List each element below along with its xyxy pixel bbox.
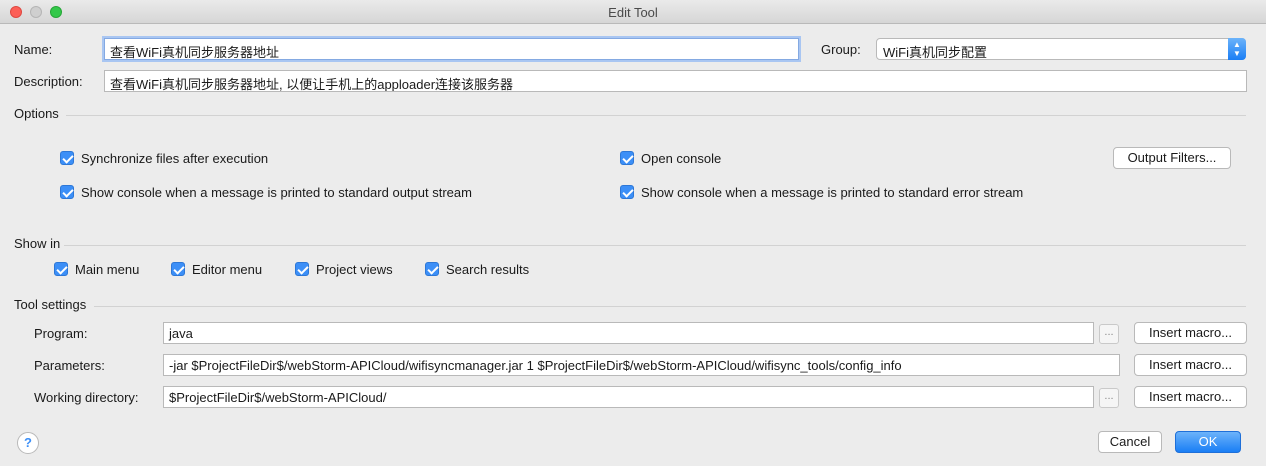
sync-files-label: Synchronize files after execution xyxy=(81,151,269,166)
show-console-stderr-label: Show console when a message is printed t… xyxy=(641,185,1024,200)
name-input[interactable]: 查看WiFi真机同步服务器地址 xyxy=(104,38,799,60)
show-console-stderr-checkbox[interactable] xyxy=(620,185,634,199)
description-input[interactable]: 查看WiFi真机同步服务器地址, 以便让手机上的apploader连接该服务器 xyxy=(104,70,1247,92)
show-console-stdout-label: Show console when a message is printed t… xyxy=(81,185,472,200)
cancel-button[interactable]: Cancel xyxy=(1098,431,1162,453)
parameters-insert-macro-button[interactable]: Insert macro... xyxy=(1134,354,1247,376)
tool-settings-header: Tool settings xyxy=(14,297,87,312)
parameters-input[interactable]: -jar $ProjectFileDir$/webStorm-APICloud/… xyxy=(163,354,1120,376)
open-console-checkbox[interactable] xyxy=(620,151,634,165)
open-console-label: Open console xyxy=(641,151,722,166)
show-in-header: Show in xyxy=(14,236,61,251)
show-console-stdout-checkbox[interactable] xyxy=(60,185,74,199)
group-select-value: WiFi真机同步配置 xyxy=(883,45,987,60)
main-menu-checkbox[interactable] xyxy=(54,262,68,276)
parameters-label: Parameters: xyxy=(34,358,105,373)
editor-menu-label: Editor menu xyxy=(192,262,263,277)
show-in-divider xyxy=(64,245,1246,246)
name-label: Name: xyxy=(14,42,53,57)
search-results-label: Search results xyxy=(446,262,530,277)
project-views-label: Project views xyxy=(316,262,393,277)
ok-button[interactable]: OK xyxy=(1175,431,1241,453)
project-views-checkbox[interactable] xyxy=(295,262,309,276)
sync-files-checkbox[interactable] xyxy=(60,151,74,165)
options-divider xyxy=(66,115,1246,116)
output-filters-button[interactable]: Output Filters... xyxy=(1113,147,1231,169)
updown-chevron-icon: ▲ ▼ xyxy=(1228,38,1246,60)
title-bar: Edit Tool xyxy=(0,0,1266,24)
program-insert-macro-button[interactable]: Insert macro... xyxy=(1134,322,1247,344)
options-header: Options xyxy=(14,106,59,121)
program-browse-button[interactable]: ... xyxy=(1099,324,1119,344)
help-button[interactable]: ? xyxy=(17,432,39,454)
working-directory-label: Working directory: xyxy=(34,390,139,405)
tool-settings-divider xyxy=(94,306,1246,307)
working-directory-input[interactable]: $ProjectFileDir$/webStorm-APICloud/ xyxy=(163,386,1094,408)
group-select[interactable]: WiFi真机同步配置 ▲ ▼ xyxy=(876,38,1246,60)
working-directory-browse-button[interactable]: ... xyxy=(1099,388,1119,408)
editor-menu-checkbox[interactable] xyxy=(171,262,185,276)
group-label: Group: xyxy=(821,42,861,57)
working-directory-insert-macro-button[interactable]: Insert macro... xyxy=(1134,386,1247,408)
main-menu-label: Main menu xyxy=(75,262,140,277)
program-label: Program: xyxy=(34,326,88,341)
window-title: Edit Tool xyxy=(608,5,658,20)
search-results-checkbox[interactable] xyxy=(425,262,439,276)
description-label: Description: xyxy=(14,74,83,89)
program-input[interactable]: java xyxy=(163,322,1094,344)
